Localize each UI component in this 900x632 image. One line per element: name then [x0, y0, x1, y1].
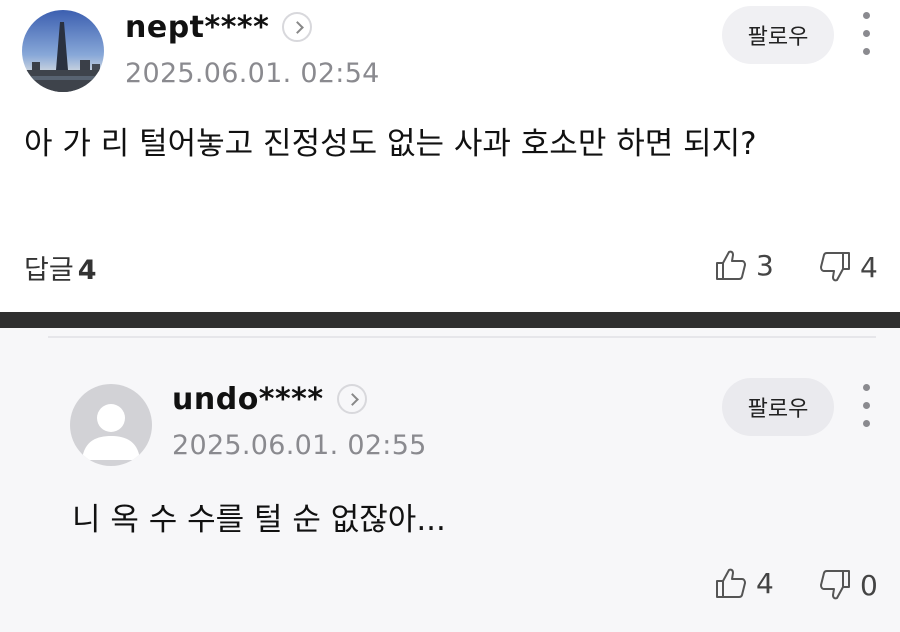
thumbs-up-icon: [716, 568, 746, 598]
user-avatar[interactable]: [22, 10, 104, 92]
dislike-count: 4: [860, 250, 878, 284]
thumbs-up-icon: [716, 250, 746, 280]
chevron-right-icon[interactable]: [337, 384, 367, 414]
section-separator: [0, 312, 900, 328]
thumbs-down-icon: [820, 570, 850, 600]
follow-button[interactable]: 팔로우: [722, 6, 834, 64]
timestamp: 2025.06.01. 02:54: [125, 58, 380, 89]
like-button[interactable]: 3: [714, 248, 774, 282]
dislike-button[interactable]: 4: [818, 250, 878, 284]
reply-avatar[interactable]: [70, 384, 152, 466]
reply-section: undo**** 2025.06.01. 02:55 팔로우 니 옥 수 수를 …: [0, 328, 900, 632]
chevron-right-icon[interactable]: [282, 12, 312, 42]
more-vertical-icon[interactable]: [856, 384, 876, 430]
more-vertical-icon[interactable]: [856, 12, 876, 58]
reply-like-count: 4: [756, 566, 774, 600]
reply-timestamp: 2025.06.01. 02:55: [172, 430, 427, 461]
comment-text: 아 가 리 털어놓고 진정성도 없는 사과 호소만 하면 되지?: [24, 126, 757, 162]
reply-like-button[interactable]: 4: [714, 566, 774, 600]
default-avatar-icon: [70, 384, 152, 466]
reply-count-button[interactable]: 답글 4: [24, 248, 96, 287]
reply-text: 니 옥 수 수를 털 순 없잖아...: [72, 502, 446, 538]
thumbs-down-icon: [820, 252, 850, 282]
comment: nept**** 2025.06.01. 02:54 팔로우 아 가 리 털어놓…: [0, 0, 900, 312]
reply-follow-button[interactable]: 팔로우: [722, 378, 834, 436]
reply-dislike-count: 0: [860, 568, 878, 602]
profile-photo: [22, 10, 104, 92]
divider: [48, 336, 876, 338]
like-count: 3: [756, 248, 774, 282]
reply-username[interactable]: undo****: [172, 382, 324, 417]
username[interactable]: nept****: [125, 10, 269, 45]
reply-count: 4: [77, 255, 97, 286]
reply-label: 답글: [24, 255, 74, 286]
reply-dislike-button[interactable]: 0: [818, 568, 878, 602]
